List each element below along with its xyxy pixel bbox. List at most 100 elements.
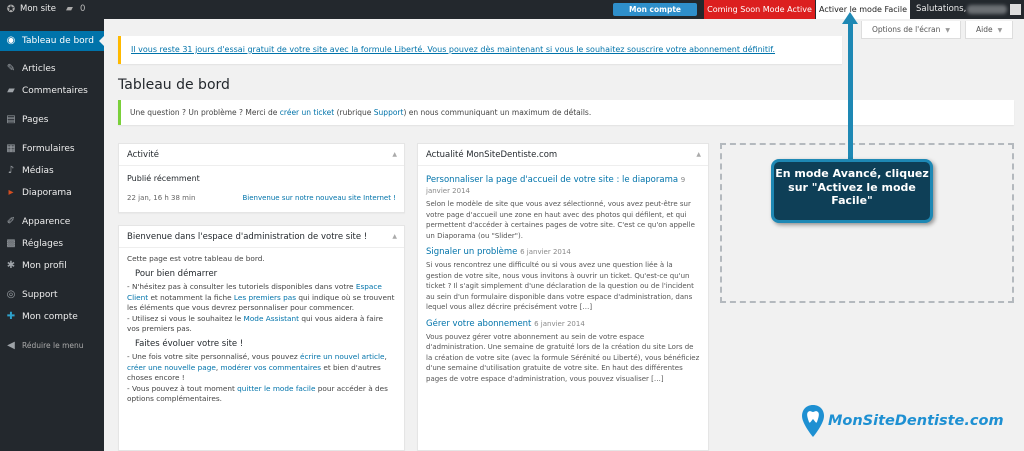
sidebar-item-pages[interactable]: ▤ Pages [0, 110, 104, 130]
mode-assistant-link[interactable]: Mode Assistant [244, 314, 299, 323]
sidebar-item-mon-compte[interactable]: ✚ Mon compte [0, 307, 104, 327]
sidebar-item-label: Apparence [22, 217, 71, 227]
sidebar-item-label: Mon profil [22, 261, 67, 271]
sidebar-item-label: Diaporama [22, 188, 72, 198]
lifebuoy-icon: ◎ [6, 289, 16, 300]
sidebar-item-diaporama[interactable]: ▸ Diaporama [0, 183, 104, 203]
sidebar-item-reglages[interactable]: ▩ Réglages [0, 234, 104, 254]
widget-header[interactable]: Actualité MonSiteDentiste.com ▲ [418, 144, 708, 166]
sidebar-item-label: Tableau de bord [22, 36, 94, 46]
activer-mode-facile-button[interactable]: Activer le mode Facile [816, 0, 910, 19]
sidebar-item-tableau-de-bord[interactable]: ◉ Tableau de bord [0, 31, 104, 51]
news-widget: Actualité MonSiteDentiste.com ▲ Personnal… [417, 143, 709, 451]
sidebar-item-label: Articles [22, 64, 56, 74]
admin-bar: ✪ Mon site ▰ 0 Mon compte Coming Soon Mo… [0, 0, 1024, 19]
widget-header[interactable]: Activité ▲ [119, 144, 404, 166]
chevron-down-icon: ▼ [997, 27, 1003, 34]
help-label: Aide [976, 25, 993, 34]
news-date: 6 janvier 2014 [534, 319, 585, 328]
site-name-link[interactable]: Mon site [20, 0, 56, 19]
page-icon: ▤ [6, 114, 16, 125]
mon-compte-button[interactable]: Mon compte [613, 3, 697, 16]
new-page-link[interactable]: créer une nouvelle page [127, 363, 216, 372]
sidebar-item-medias[interactable]: ♪ Médias [0, 161, 104, 181]
slideshow-icon: ▸ [8, 187, 14, 198]
text: - Utilisez si vous le souhaitez le [127, 313, 244, 323]
plus-icon: ✚ [6, 311, 16, 322]
widget-header[interactable]: Bienvenue dans l'espace d'administration… [119, 226, 404, 248]
admin-sidebar: ◉ Tableau de bord ✎ Articles ▰ Commentaires… [0, 19, 104, 451]
annotation-callout: En mode Avancé, cliquez sur "Activez le … [771, 159, 933, 223]
news-item: Gérer votre abonnement 6 janvier 2014 Vo… [426, 319, 700, 385]
pin-icon: ✎ [6, 63, 16, 74]
sidebar-item-label: Mon compte [22, 312, 78, 322]
widget-title: Activité [127, 150, 159, 160]
collapse-arrow-icon: ◀ [7, 340, 15, 351]
widget-title: Bienvenue dans l'espace d'administration… [127, 232, 368, 242]
welcome-paragraph: - Vous pouvez à tout moment quitter le m… [127, 384, 396, 405]
section-heading: Pour bien démarrer [135, 268, 218, 279]
quit-easy-mode-link[interactable]: quitter le mode facile [237, 384, 315, 393]
text: - Une fois votre site personnalisé, vous… [127, 352, 300, 361]
wordpress-logo-icon[interactable]: ✪ [4, 0, 18, 19]
welcome-paragraph: - Une fois votre site personnalisé, vous… [127, 352, 396, 384]
post-link[interactable]: Bienvenue sur notre nouveau site Interne… [242, 193, 396, 204]
annotation-arrow-head-icon [842, 12, 858, 24]
news-title-link[interactable]: Gérer votre abonnement [426, 319, 531, 329]
news-title-link[interactable]: Personnaliser la page d'accueil de votre… [426, 175, 678, 185]
collapse-arrow-icon[interactable]: ▲ [392, 144, 397, 166]
sidebar-item-articles[interactable]: ✎ Articles [0, 59, 104, 79]
sidebar-item-label: Réglages [22, 239, 64, 249]
text: - N'hésitez pas à consulter les tutoriel… [127, 282, 356, 291]
sidebar-item-formulaires[interactable]: ▦ Formulaires [0, 139, 104, 159]
forms-icon: ▦ [6, 143, 16, 154]
welcome-intro: Cette page est votre tableau de bord. [127, 254, 265, 263]
collapse-menu-label: Réduire le menu [22, 341, 84, 350]
new-article-link[interactable]: écrire un nouvel article [300, 352, 385, 361]
activity-row: 22 jan, 16 h 38 min Bienvenue sur notre … [127, 193, 396, 205]
sidebar-item-mon-profil[interactable]: ✱ Mon profil [0, 256, 104, 276]
greeting-text[interactable]: Salutations, [916, 0, 966, 19]
collapse-arrow-icon[interactable]: ▲ [392, 226, 397, 248]
post-date: 22 jan, 16 h 38 min [127, 193, 196, 202]
trial-notice-link[interactable]: Il vous reste 31 jours d'essai gratuit d… [131, 45, 775, 54]
sidebar-item-label: Médias [22, 166, 54, 176]
avatar[interactable] [1010, 4, 1021, 15]
comment-icon: ▰ [7, 85, 15, 96]
news-excerpt: Selon le modèle de site que vous avez sé… [426, 200, 695, 240]
welcome-paragraph: - N'hésitez pas à consulter les tutoriel… [127, 282, 396, 314]
annotation-arrow [848, 22, 853, 160]
tooth-pin-icon [802, 405, 824, 437]
brand-watermark: MonSiteDentiste.com [800, 404, 1010, 444]
sidebar-item-apparence[interactable]: ✐ Apparence [0, 212, 104, 232]
recently-published-heading: Publié récemment [127, 174, 200, 183]
collapse-menu-button[interactable]: ◀ Réduire le menu [0, 336, 104, 356]
sidebar-item-commentaires[interactable]: ▰ Commentaires [0, 81, 104, 101]
comments-count[interactable]: 0 [80, 0, 85, 19]
moderate-comments-link[interactable]: modérer vos commentaires [220, 363, 321, 372]
comment-icon[interactable]: ▰ [66, 0, 73, 19]
news-title-link[interactable]: Signaler un problème [426, 247, 517, 257]
sidebar-item-label: Pages [22, 115, 49, 125]
question-notice: Une question ? Un problème ? Merci de cr… [118, 100, 1014, 125]
support-link[interactable]: Support [374, 108, 404, 117]
text: et notamment la fiche [148, 292, 234, 302]
brush-icon: ✐ [6, 216, 16, 227]
news-item: Personnaliser la page d'accueil de votre… [426, 175, 700, 241]
text: , [384, 352, 387, 361]
premiers-pas-link[interactable]: Les premiers pas [234, 293, 296, 302]
question-text: Une question ? Un problème ? Merci de [130, 108, 280, 117]
sidebar-item-label: Commentaires [22, 86, 88, 96]
text: - Vous pouvez à tout moment [127, 383, 238, 393]
brand-text: MonSiteDentiste.com [828, 413, 1004, 429]
collapse-arrow-icon[interactable]: ▲ [696, 144, 701, 166]
question-text-end: ) en nous communiquant un maximum de dét… [403, 108, 592, 117]
help-button[interactable]: Aide ▼ [965, 21, 1014, 39]
screen-options-button[interactable]: Options de l'écran ▼ [861, 21, 962, 39]
coming-soon-badge[interactable]: Coming Soon Mode Active [704, 0, 815, 19]
section-heading: Faites évoluer votre site ! [135, 338, 244, 349]
sidebar-item-support[interactable]: ◎ Support [0, 285, 104, 305]
create-ticket-link[interactable]: créer un ticket [280, 108, 334, 117]
blurred-username[interactable] [967, 5, 1007, 14]
welcome-widget: Bienvenue dans l'espace d'administration… [118, 225, 405, 451]
